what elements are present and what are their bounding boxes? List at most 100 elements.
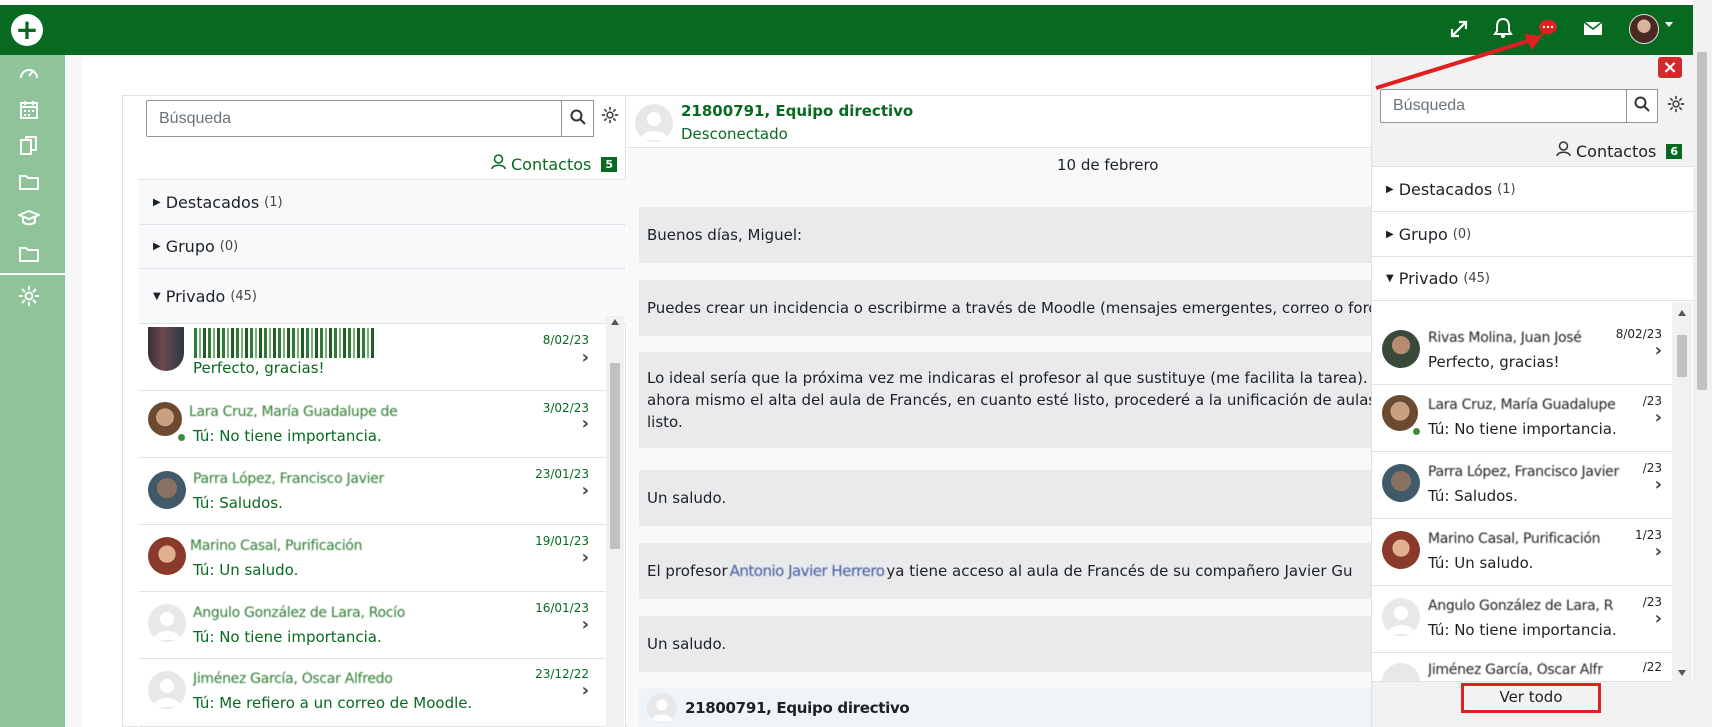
avatar (148, 402, 182, 436)
list-item[interactable]: Jiménez García, Óscar Alfredo 23/12/22 T… (139, 659, 605, 727)
conversation-date: 16/01/23 (535, 601, 589, 615)
copy-icon[interactable] (18, 135, 40, 157)
conversation-name: Angulo González de Lara, R (1428, 598, 1614, 614)
scroll-up-arrow-icon[interactable] (1678, 310, 1686, 316)
list-item[interactable]: Angulo González de Lara, Rocío 16/01/23 … (139, 592, 605, 659)
conversation-name: Angulo González de Lara, Rocío (193, 605, 406, 621)
conversation-last-message: Tú: Saludos. (193, 494, 283, 512)
conversation-date: 23/12/22 (535, 667, 589, 681)
conversation-last-message: Tú: Me refiero a un correo de Moodle. (193, 694, 473, 712)
chat-contact-name[interactable]: 21800791, Equipo directivo (681, 102, 913, 120)
list-item[interactable]: Lara Cruz, María Guadalupe de 3/02/23 Tú… (139, 391, 605, 458)
avatar (1382, 598, 1420, 636)
section-privado[interactable]: ▼ Privado (45) (139, 268, 626, 324)
online-status-dot (1412, 427, 1421, 436)
drawer-scrollbar-thumb[interactable] (1677, 335, 1687, 377)
conversation-date: /23 (1642, 461, 1662, 475)
avatar (1382, 531, 1420, 569)
avatar (148, 537, 186, 575)
conversation-date: 8/02/23 (542, 333, 589, 347)
annotation-arrow (1375, 34, 1542, 90)
caret-right-icon: ▶ (1386, 183, 1394, 195)
drawer-list-scrollbar[interactable] (1672, 302, 1692, 682)
gear-icon[interactable] (18, 285, 40, 307)
caret-down-icon: ▼ (153, 290, 161, 302)
avatar (1382, 330, 1420, 368)
user-avatar[interactable] (1629, 14, 1659, 44)
conversation-last-message: Perfecto, gracias! (1428, 353, 1560, 371)
list-item[interactable]: Parra López, Francisco Javier 23/01/23 T… (139, 458, 605, 525)
contacts-link[interactable]: Contactos 5 (491, 154, 618, 174)
list-item[interactable]: 8/02/23 Perfecto, gracias! › (139, 324, 605, 391)
avatar[interactable] (635, 104, 673, 142)
drawer-list-item[interactable]: Marino Casal, Purificación 1/23 Tú: Un s… (1372, 519, 1672, 586)
drawer-search-button[interactable] (1626, 89, 1658, 123)
message-text: Un saludo. (647, 489, 727, 507)
avatar (1382, 663, 1420, 681)
contacts-count-badge: 5 (601, 156, 618, 172)
section-destacados[interactable]: ▶ Destacados (1) (139, 179, 626, 224)
page-scrollbar-thumb[interactable] (1697, 52, 1707, 390)
chevron-down-icon[interactable] (1665, 22, 1673, 27)
drawer-list-item[interactable]: Lara Cruz, María Guadalupe /23 Tú: No ti… (1372, 385, 1672, 452)
drawer-list-item[interactable]: Parra López, Francisco Javier /23 Tú: Sa… (1372, 452, 1672, 519)
conversation-last-message: Tú: No tiene importancia. (1428, 621, 1617, 639)
avatar (1382, 464, 1420, 502)
conversation-date: 1/23 (1635, 528, 1662, 542)
envelope-icon[interactable] (1583, 21, 1603, 36)
folder-icon[interactable] (18, 171, 40, 193)
calendar-icon[interactable] (18, 99, 40, 121)
drawer-list-item[interactable]: Rivas Molina, Juan José 8/02/23 Perfecto… (1372, 318, 1672, 385)
drawer-section-destacados[interactable]: ▶ Destacados (1) (1372, 166, 1693, 211)
drawer-list-item[interactable]: Jiménez García, Óscar Alfr /22 (1372, 653, 1672, 682)
view-all-link[interactable]: Ver todo (1461, 683, 1601, 713)
redacted-name (194, 328, 374, 358)
sidebar-divider (0, 273, 65, 275)
close-button[interactable]: × (1658, 57, 1682, 78)
graduation-cap-icon[interactable] (16, 207, 42, 229)
chevron-right-icon: › (1654, 340, 1662, 361)
section-count: (45) (1463, 271, 1490, 286)
conversation-last-message: Tú: Saludos. (1428, 487, 1518, 505)
conversation-last-message: Tú: Un saludo. (1428, 554, 1534, 572)
drawer-list-item[interactable]: Angulo González de Lara, R /23 Tú: No ti… (1372, 586, 1672, 653)
search-button[interactable] (561, 100, 594, 137)
list-scrollbar-thumb[interactable] (610, 363, 620, 549)
message-bubble: Puedes crear un incidencia o escribirme … (639, 280, 1379, 336)
drawer-section-grupo[interactable]: ▶ Grupo (0) (1372, 211, 1693, 256)
chevron-right-icon: › (581, 413, 589, 434)
message-bubble: Un saludo. (639, 470, 1379, 526)
list-scrollbar[interactable] (606, 316, 624, 727)
view-all-label: Ver todo (1499, 688, 1563, 706)
drawer-settings-gear-icon[interactable] (1667, 95, 1685, 118)
close-icon: × (1662, 57, 1678, 78)
scroll-down-arrow-icon[interactable] (1678, 670, 1686, 676)
chevron-right-icon: › (1654, 474, 1662, 495)
conversation-name: Parra López, Francisco Javier (193, 471, 384, 487)
conversation-last-message: Tú: No tiene importancia. (1428, 420, 1617, 438)
caret-right-icon: ▶ (1386, 228, 1394, 240)
chat-contact-status: Desconectado (681, 125, 788, 143)
dashboard-icon[interactable] (18, 63, 40, 85)
avatar (148, 327, 184, 371)
section-label: Destacados (1398, 179, 1493, 199)
message-text: Buenos días, Miguel: (647, 226, 803, 244)
conversation-last-message: Tú: No tiene importancia. (193, 427, 382, 445)
conversation-date: 8/02/23 (1615, 327, 1662, 341)
message-text: Lo ideal sería que la próxima vez me ind… (647, 369, 1379, 387)
folder-icon[interactable] (18, 243, 40, 265)
conversation-name: Jiménez García, Óscar Alfredo (193, 671, 393, 687)
settings-gear-icon[interactable] (601, 106, 619, 129)
list-item[interactable]: Marino Casal, Purificación 19/01/23 Tú: … (139, 525, 605, 592)
drawer-section-privado[interactable]: ▼ Privado (45) (1372, 256, 1693, 301)
scroll-up-arrow-icon[interactable] (611, 319, 619, 325)
plus-circle-icon[interactable]: + (11, 14, 43, 46)
user-icon (491, 154, 506, 174)
contacts-count-badge: 6 (1666, 143, 1683, 159)
chevron-right-icon: › (581, 480, 589, 501)
section-label: Privado (165, 286, 226, 306)
drawer-contacts-link[interactable]: Contactos 6 (1556, 141, 1683, 161)
search-input[interactable] (146, 100, 562, 137)
section-grupo[interactable]: ▶ Grupo (0) (139, 224, 626, 268)
message-text: ya tiene acceso al aula de Francés de su… (886, 562, 1353, 580)
